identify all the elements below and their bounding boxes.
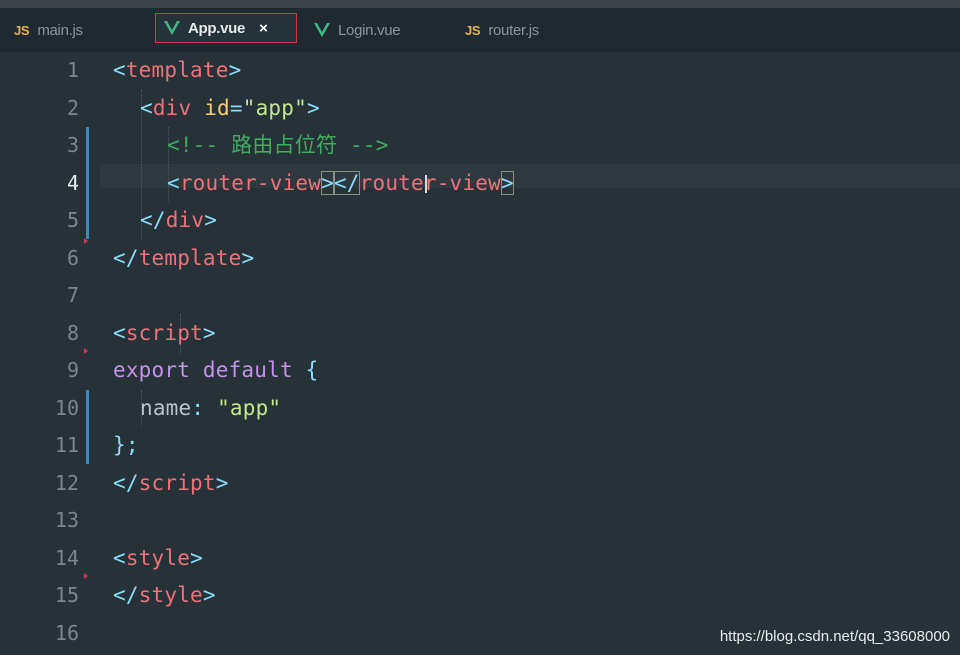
line-number: 5 — [66, 208, 79, 232]
line-number: 10 — [54, 395, 79, 420]
tab-label: App.vue — [188, 19, 246, 37]
code-line: 8 <script> — [0, 315, 960, 353]
line-number: 7 — [66, 283, 79, 307]
window-top-strip — [0, 0, 960, 8]
js-icon: JS — [14, 22, 30, 38]
matched-bracket: > — [321, 170, 334, 195]
code-text: <router-view></router-view> — [167, 170, 514, 195]
editor-tab-bar: JS main.js App.vue × Login.vue JS router… — [0, 8, 960, 52]
code-text: </div> — [140, 208, 218, 232]
code-text: <div id="app"> — [140, 95, 320, 120]
code-line-current: 4 <router-view></router-view> — [0, 165, 960, 203]
code-line: 6 </template> — [0, 240, 960, 278]
line-number: 14 — [54, 545, 79, 570]
line-number: 15 — [54, 583, 79, 607]
code-line: 5 </div> — [0, 202, 960, 240]
line-number: 13 — [54, 508, 79, 532]
tab-main-js[interactable]: JS main.js — [14, 15, 83, 45]
code-text: </template> — [113, 245, 255, 270]
code-line: 13 — [0, 502, 960, 540]
code-line: 3 <!-- 路由占位符 --> — [0, 127, 960, 165]
matched-bracket: > — [500, 170, 514, 195]
code-text: <template> — [113, 58, 242, 82]
line-number: 1 — [66, 58, 79, 82]
tab-app-vue[interactable]: App.vue × — [155, 13, 297, 43]
tab-router-js[interactable]: JS router.js — [465, 15, 539, 45]
line-number: 16 — [54, 620, 79, 645]
tab-label: router.js — [488, 21, 539, 39]
tab-login-vue[interactable]: Login.vue — [314, 15, 401, 45]
code-line: 15 </style> — [0, 577, 960, 615]
code-text: </script> — [113, 470, 229, 495]
line-number: 4 — [66, 170, 79, 195]
code-line: 7 — [0, 277, 960, 315]
tab-label: Login.vue — [338, 21, 401, 39]
code-editor[interactable]: 1 <template> 2 <div id="app"> 3 <!-- 路由占… — [0, 52, 960, 655]
line-number: 3 — [66, 133, 79, 157]
line-number: 2 — [66, 95, 79, 120]
line-number: 11 — [54, 433, 79, 457]
code-line: 11 }; — [0, 427, 960, 465]
matched-bracket: </ — [333, 170, 360, 195]
code-text: </style> — [113, 583, 216, 607]
html-comment: <!-- 路由占位符 --> — [167, 133, 389, 157]
code-text: <style> — [113, 545, 203, 570]
code-line: 2 <div id="app"> — [0, 90, 960, 128]
js-icon: JS — [465, 22, 481, 38]
vue-icon — [314, 23, 330, 37]
code-line: 1 <template> — [0, 52, 960, 90]
text-cursor-icon — [425, 174, 427, 193]
code-text: <script> — [113, 320, 216, 345]
code-line: 14 <style> — [0, 540, 960, 578]
code-line: 10 name: "app" — [0, 390, 960, 428]
watermark-url: https://blog.csdn.net/qq_33608000 — [719, 628, 950, 645]
code-text: name: "app" — [140, 395, 282, 420]
code-text: export default { — [113, 358, 319, 382]
line-number: 8 — [66, 320, 79, 345]
line-number: 6 — [66, 245, 79, 270]
code-text: }; — [113, 433, 139, 457]
code-line: 9 export default { — [0, 352, 960, 390]
vue-icon — [164, 21, 180, 35]
code-line: 12 </script> — [0, 465, 960, 503]
close-icon[interactable]: × — [259, 20, 268, 37]
tab-label: main.js — [37, 21, 83, 39]
line-number: 9 — [66, 358, 79, 382]
line-number: 12 — [54, 470, 79, 495]
